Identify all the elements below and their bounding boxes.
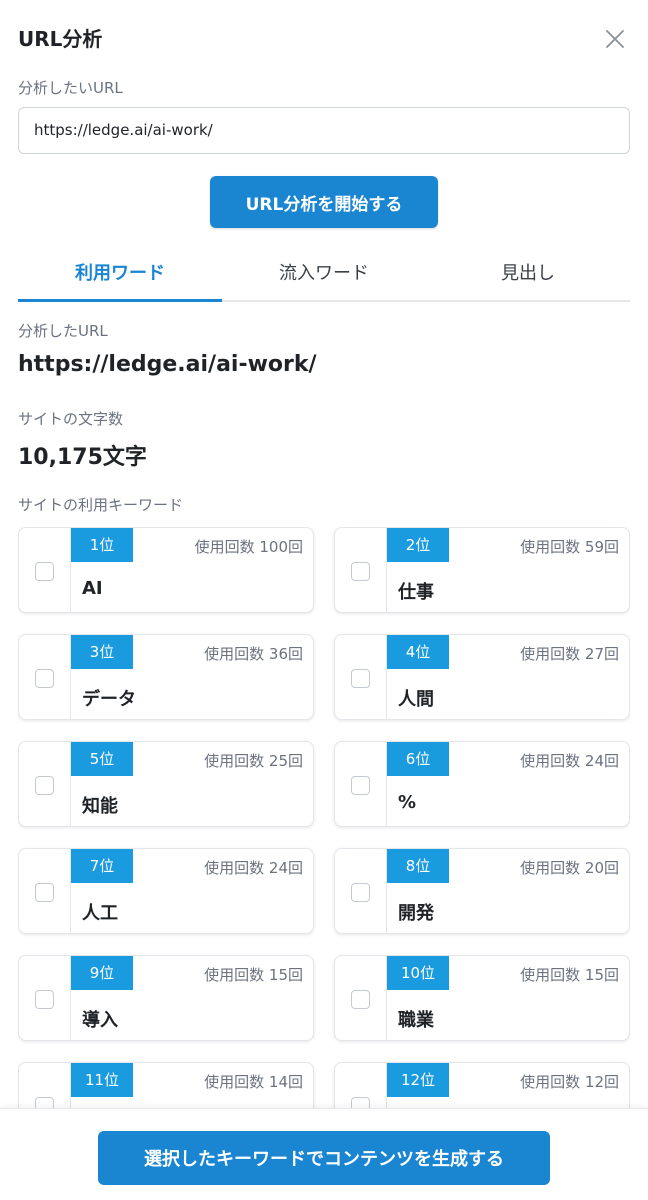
checkbox-area xyxy=(19,1063,71,1108)
keyword-checkbox[interactable] xyxy=(351,562,370,581)
keyword-text: 導入 xyxy=(82,1010,118,1031)
tab-used-words[interactable]: 利用ワード xyxy=(18,252,222,302)
keyword-checkbox[interactable] xyxy=(35,562,54,581)
keyword-checkbox[interactable] xyxy=(351,1097,370,1108)
rank-badge: 9位 xyxy=(71,956,133,990)
generate-content-button[interactable]: 選択したキーワードでコンテンツを生成する xyxy=(98,1131,550,1185)
usage-count: 使用回数 25回 xyxy=(204,752,303,770)
rank-badge: 1位 xyxy=(71,528,133,562)
url-field-label: 分析したいURL xyxy=(18,79,123,97)
rank-badge: 6位 xyxy=(387,742,449,776)
keyword-card: 2位 使用回数 59回仕事 xyxy=(334,527,630,613)
keyword-card: 10位 使用回数 15回職業 xyxy=(334,955,630,1041)
url-input[interactable]: https://ledge.ai/ai-work/ xyxy=(18,107,630,154)
keyword-text: 職業 xyxy=(398,1010,434,1031)
usage-count: 使用回数 36回 xyxy=(204,645,303,663)
keyword-grid: 1位 使用回数 100回 AI 2位 使用回数 59回仕事 3位 使用回数 36回データ 4位… xyxy=(18,527,630,1108)
char-count-label: サイトの文字数 xyxy=(18,410,124,428)
rank-badge: 3位 xyxy=(71,635,133,669)
keyword-checkbox[interactable] xyxy=(35,776,54,795)
rank-badge: 4位 xyxy=(387,635,449,669)
keyword-card: 3位 使用回数 36回データ xyxy=(18,634,314,720)
usage-count: 使用回数 24回 xyxy=(204,859,303,877)
usage-count: 使用回数 20回 xyxy=(520,859,619,877)
usage-count: 使用回数 12回 xyxy=(520,1073,619,1091)
keyword-text: 人間 xyxy=(398,689,434,710)
usage-count: 使用回数 100回 xyxy=(194,538,303,556)
keyword-checkbox[interactable] xyxy=(351,669,370,688)
start-analysis-button[interactable]: URL分析を開始する xyxy=(210,176,438,228)
usage-count: 使用回数 14回 xyxy=(204,1073,303,1091)
checkbox-area xyxy=(19,956,71,1040)
keyword-card: 11位 使用回数 14回 xyxy=(18,1062,314,1108)
checkbox-area xyxy=(19,635,71,719)
keyword-card: 4位 使用回数 27回人間 xyxy=(334,634,630,720)
keyword-checkbox[interactable] xyxy=(351,776,370,795)
checkbox-area xyxy=(335,742,387,826)
checkbox-area xyxy=(335,528,387,612)
rank-badge: 5位 xyxy=(71,742,133,776)
result-tabs: 利用ワード 流入ワード 見出し xyxy=(18,252,630,302)
usage-count: 使用回数 24回 xyxy=(520,752,619,770)
keyword-checkbox[interactable] xyxy=(35,883,54,902)
analyzed-url: https://ledge.ai/ai-work/ xyxy=(18,352,317,377)
analyzed-url-label: 分析したURL xyxy=(18,322,108,340)
close-icon[interactable] xyxy=(604,28,626,50)
rank-badge: 7位 xyxy=(71,849,133,883)
keyword-text: 開発 xyxy=(398,903,434,924)
checkbox-area xyxy=(335,956,387,1040)
usage-count: 使用回数 27回 xyxy=(520,645,619,663)
rank-badge: 8位 xyxy=(387,849,449,883)
keyword-card: 9位 使用回数 15回導入 xyxy=(18,955,314,1041)
keyword-text: 人工 xyxy=(82,903,118,924)
dialog-title: URL分析 xyxy=(18,27,103,51)
keyword-checkbox[interactable] xyxy=(35,990,54,1009)
usage-count: 使用回数 59回 xyxy=(520,538,619,556)
rank-badge: 11位 xyxy=(71,1063,133,1097)
keywords-label: サイトの利用キーワード xyxy=(18,496,184,514)
keyword-card: 1位 使用回数 100回 AI xyxy=(18,527,314,613)
keyword-card: 7位 使用回数 24回人工 xyxy=(18,848,314,934)
checkbox-area xyxy=(335,849,387,933)
keyword-checkbox[interactable] xyxy=(35,669,54,688)
keyword-text: データ xyxy=(82,689,136,710)
keyword-text: 仕事 xyxy=(398,582,434,603)
keyword-checkbox[interactable] xyxy=(351,990,370,1009)
rank-badge: 2位 xyxy=(387,528,449,562)
usage-count: 使用回数 15回 xyxy=(204,966,303,984)
usage-count: 使用回数 15回 xyxy=(520,966,619,984)
keyword-card: 12位 使用回数 12回 xyxy=(334,1062,630,1108)
checkbox-area xyxy=(335,1063,387,1108)
tab-headings[interactable]: 見出し xyxy=(426,252,630,300)
tab-inflow-words[interactable]: 流入ワード xyxy=(222,252,426,300)
char-count: 10,175文字 xyxy=(18,445,147,470)
footer-bar: 選択したキーワードでコンテンツを生成する xyxy=(0,1108,648,1200)
rank-badge: 12位 xyxy=(387,1063,449,1097)
rank-badge: 10位 xyxy=(387,956,449,990)
keyword-text: 知能 xyxy=(82,796,118,817)
keyword-card: 5位 使用回数 25回知能 xyxy=(18,741,314,827)
keyword-card: 6位 使用回数 24回% xyxy=(334,741,630,827)
checkbox-area xyxy=(19,742,71,826)
dialog-header: URL分析 xyxy=(18,24,630,54)
keyword-text: AI xyxy=(82,578,103,599)
checkbox-area xyxy=(335,635,387,719)
keyword-text: % xyxy=(398,792,417,813)
checkbox-area xyxy=(19,528,71,612)
keyword-checkbox[interactable] xyxy=(35,1097,54,1108)
checkbox-area xyxy=(19,849,71,933)
keyword-checkbox[interactable] xyxy=(351,883,370,902)
keyword-card: 8位 使用回数 20回開発 xyxy=(334,848,630,934)
